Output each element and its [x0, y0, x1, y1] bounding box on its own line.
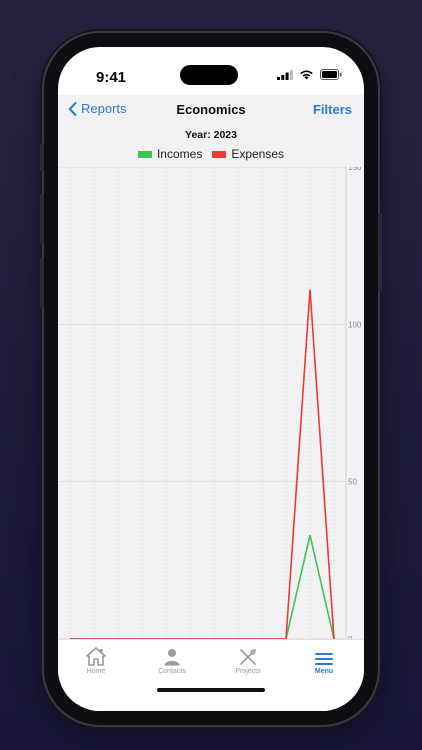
power-button — [378, 213, 382, 293]
chart-area: Year: 2023 Incomes Expenses 050100150Jan… — [58, 125, 364, 677]
y-tick-label: 100 — [348, 320, 362, 329]
tools-icon — [240, 649, 256, 665]
phone-frame: 9:41 Reports Economics Filters Year: 202… — [40, 33, 382, 725]
cellular-signal-icon — [277, 69, 293, 80]
navigation-bar: Reports Economics Filters — [58, 95, 364, 125]
legend-swatch-expenses — [212, 150, 227, 158]
filters-button[interactable]: Filters — [313, 102, 352, 117]
dynamic-island — [180, 65, 238, 85]
house-icon — [86, 647, 106, 666]
menu-icon — [315, 653, 333, 665]
y-tick-label: 150 — [348, 167, 362, 172]
back-button-label: Reports — [81, 101, 127, 116]
chevron-left-icon — [68, 101, 77, 116]
series-line-expenses — [70, 289, 335, 640]
status-bar: 9:41 — [58, 47, 364, 95]
volume-down-button — [40, 257, 44, 309]
home-indicator — [157, 688, 265, 692]
legend-label-expenses: Expenses — [231, 147, 285, 161]
status-icons — [277, 69, 342, 80]
battery-icon — [320, 69, 342, 80]
status-time: 9:41 — [96, 69, 127, 86]
line-chart: 050100150JanFebMarAprMayJunJulAugSepOctN… — [58, 167, 362, 651]
series-line-incomes — [70, 534, 335, 640]
back-button[interactable]: Reports — [68, 101, 127, 116]
tab-projects[interactable]: Projects — [210, 644, 286, 675]
tab-home-label: Home — [86, 668, 106, 675]
y-tick-label: 50 — [348, 478, 357, 487]
tab-contacts[interactable]: Contacts — [134, 644, 210, 675]
person-icon — [164, 649, 180, 666]
tab-menu[interactable]: Menu — [286, 644, 362, 675]
tab-bar: Home Contacts Projects Menu — [58, 639, 364, 711]
volume-up-button — [40, 193, 44, 245]
chart-legend: Incomes Expenses — [58, 147, 364, 161]
year-label: Year: 2023 — [185, 129, 237, 141]
screen: 9:41 Reports Economics Filters Year: 202… — [58, 47, 364, 711]
legend-swatch-incomes — [137, 150, 152, 158]
tab-contacts-label: Contacts — [158, 668, 186, 675]
tab-projects-label: Projects — [235, 668, 261, 675]
tab-menu-label: Menu — [314, 668, 334, 675]
legend-item-incomes[interactable]: Incomes — [137, 147, 203, 161]
tab-home[interactable]: Home — [58, 644, 134, 675]
wifi-icon — [300, 70, 313, 80]
action-button — [40, 143, 44, 171]
legend-label-incomes: Incomes — [156, 147, 203, 161]
legend-item-expenses[interactable]: Expenses — [212, 147, 284, 161]
